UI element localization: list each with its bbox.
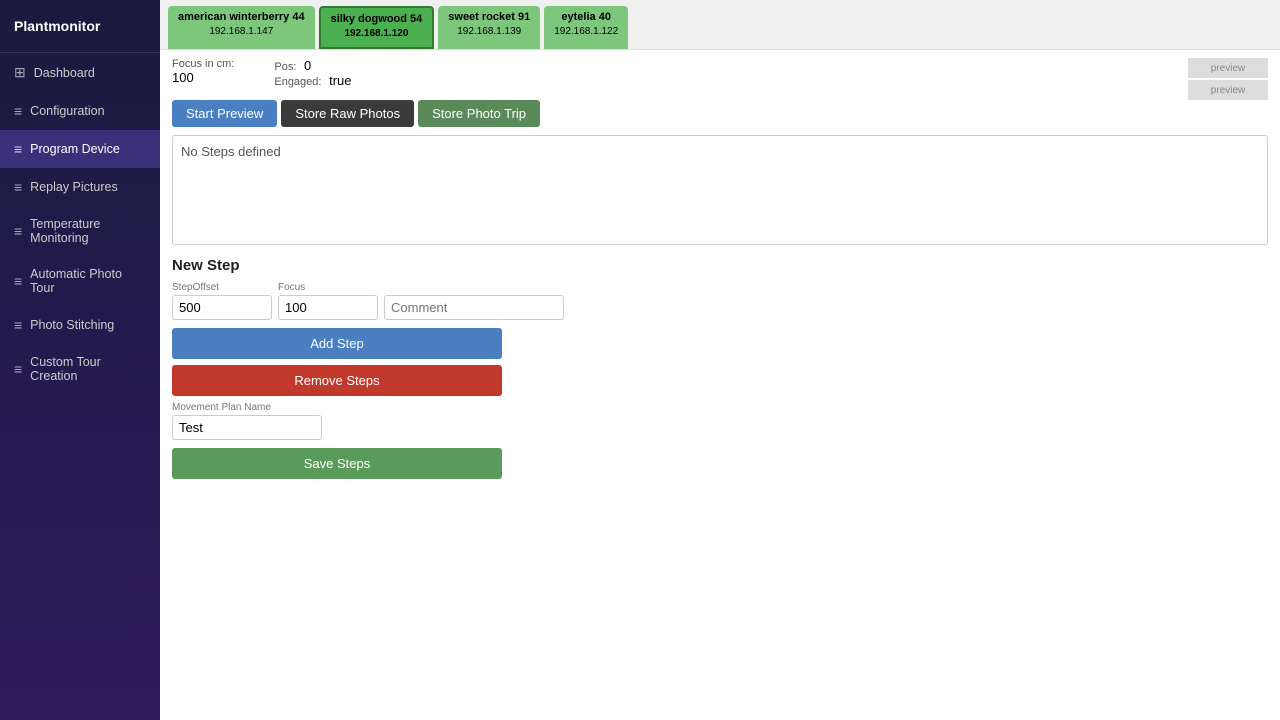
save-steps-button[interactable]: Save Steps (172, 448, 502, 479)
focus-value: 100 (172, 70, 234, 85)
plan-name-group: Movement Plan Name (172, 402, 322, 440)
plant-tab-name-plant2: silky dogwood 54 (331, 12, 423, 27)
sidebar-item-dashboard[interactable]: ⊞ Dashboard (0, 53, 160, 92)
step-inputs: StepOffset Focus (172, 282, 1268, 320)
plant-tab-plant4[interactable]: eytelia 40192.168.1.122 (544, 6, 628, 49)
nav-icon-custom-tour-creation: ≡ (14, 361, 22, 377)
main-content: american winterberry 44192.168.1.147silk… (160, 0, 1280, 720)
sidebar-item-program-device[interactable]: ≡ Program Device (0, 130, 160, 168)
sidebar-item-configuration[interactable]: ≡ Configuration (0, 92, 160, 130)
nav-label-temperature-monitoring: Temperature Monitoring (30, 217, 146, 245)
content-area: Focus in cm: 100 Pos: 0 Engaged: true pr… (160, 50, 1280, 720)
nav-icon-temperature-monitoring: ≡ (14, 223, 22, 239)
nav-icon-dashboard: ⊞ (14, 64, 26, 81)
plant-tabs-bar: american winterberry 44192.168.1.147silk… (160, 0, 1280, 50)
steps-list-area: No Steps defined (172, 135, 1268, 245)
plant-tab-name-plant4: eytelia 40 (554, 10, 618, 25)
nav-icon-photo-stitching: ≡ (14, 317, 22, 333)
engaged-label: Engaged: (274, 76, 321, 88)
nav-label-dashboard: Dashboard (34, 66, 95, 80)
nav-label-custom-tour-creation: Custom Tour Creation (30, 355, 146, 383)
focus-info: Focus in cm: 100 (172, 58, 234, 85)
no-steps-text: No Steps defined (181, 144, 281, 159)
info-row: Focus in cm: 100 Pos: 0 Engaged: true (172, 58, 352, 88)
engaged-line: Engaged: true (274, 73, 351, 88)
preview-area: preview preview (1188, 58, 1268, 100)
sidebar-item-temperature-monitoring[interactable]: ≡ Temperature Monitoring (0, 206, 160, 256)
focus-input[interactable] (278, 295, 378, 320)
preview-image-2: preview (1188, 80, 1268, 100)
plant-tab-ip-plant1: 192.168.1.147 (178, 25, 305, 39)
sidebar-item-automatic-photo-tour[interactable]: ≡ Automatic Photo Tour (0, 256, 160, 306)
step-offset-label: StepOffset (172, 282, 272, 293)
plant-tab-name-plant1: american winterberry 44 (178, 10, 305, 25)
new-step-section: New Step StepOffset Focus Add Step Remov… (172, 257, 1268, 485)
plan-name-input[interactable] (172, 415, 322, 440)
nav-label-automatic-photo-tour: Automatic Photo Tour (30, 267, 146, 295)
pos-line: Pos: 0 (274, 58, 351, 73)
focus-label: Focus in cm: (172, 58, 234, 70)
focus-group: Focus (278, 282, 378, 320)
nav-icon-configuration: ≡ (14, 103, 22, 119)
pos-value: 0 (304, 58, 311, 73)
comment-input[interactable] (384, 295, 564, 320)
plan-name-label: Movement Plan Name (172, 402, 322, 413)
action-buttons: Start Preview Store Raw Photos Store Pho… (172, 100, 1268, 127)
sidebar-item-photo-stitching[interactable]: ≡ Photo Stitching (0, 306, 160, 344)
engaged-value: true (329, 73, 351, 88)
plant-tab-ip-plant3: 192.168.1.139 (448, 25, 530, 39)
sidebar-item-replay-pictures[interactable]: ≡ Replay Pictures (0, 168, 160, 206)
start-preview-button[interactable]: Start Preview (172, 100, 277, 127)
nav-label-replay-pictures: Replay Pictures (30, 180, 118, 194)
sidebar: Plantmonitor ⊞ Dashboard ≡ Configuration ≡ Pr… (0, 0, 160, 720)
nav-label-photo-stitching: Photo Stitching (30, 318, 114, 332)
store-photo-trip-button[interactable]: Store Photo Trip (418, 100, 540, 127)
sidebar-item-custom-tour-creation[interactable]: ≡ Custom Tour Creation (0, 344, 160, 394)
plant-tab-ip-plant2: 192.168.1.120 (331, 27, 423, 41)
preview-image-1: preview (1188, 58, 1268, 78)
plan-name-row: Movement Plan Name (172, 402, 1268, 440)
nav-icon-automatic-photo-tour: ≡ (14, 273, 22, 289)
add-step-button[interactable]: Add Step (172, 328, 502, 359)
nav-menu: ⊞Dashboard≡Configuration≡Program Device≡… (0, 53, 160, 394)
store-raw-photos-button[interactable]: Store Raw Photos (281, 100, 414, 127)
plant-tab-ip-plant4: 192.168.1.122 (554, 25, 618, 39)
nav-label-program-device: Program Device (30, 142, 120, 156)
step-offset-group: StepOffset (172, 282, 272, 320)
nav-label-configuration: Configuration (30, 104, 104, 118)
new-step-title: New Step (172, 257, 1268, 274)
remove-steps-button[interactable]: Remove Steps (172, 365, 502, 396)
comment-label (384, 282, 564, 293)
plant-tab-name-plant3: sweet rocket 91 (448, 10, 530, 25)
pos-label: Pos: (274, 61, 296, 73)
comment-group (384, 282, 564, 320)
app-logo: Plantmonitor (0, 0, 160, 53)
step-offset-input[interactable] (172, 295, 272, 320)
nav-icon-program-device: ≡ (14, 141, 22, 157)
pos-engaged-info: Pos: 0 Engaged: true (274, 58, 351, 88)
nav-icon-replay-pictures: ≡ (14, 179, 22, 195)
plant-tab-plant2[interactable]: silky dogwood 54192.168.1.120 (319, 6, 435, 49)
focus-input-label: Focus (278, 282, 378, 293)
plant-tab-plant3[interactable]: sweet rocket 91192.168.1.139 (438, 6, 540, 49)
plant-tab-plant1[interactable]: american winterberry 44192.168.1.147 (168, 6, 315, 49)
app-name: Plantmonitor (14, 18, 100, 34)
